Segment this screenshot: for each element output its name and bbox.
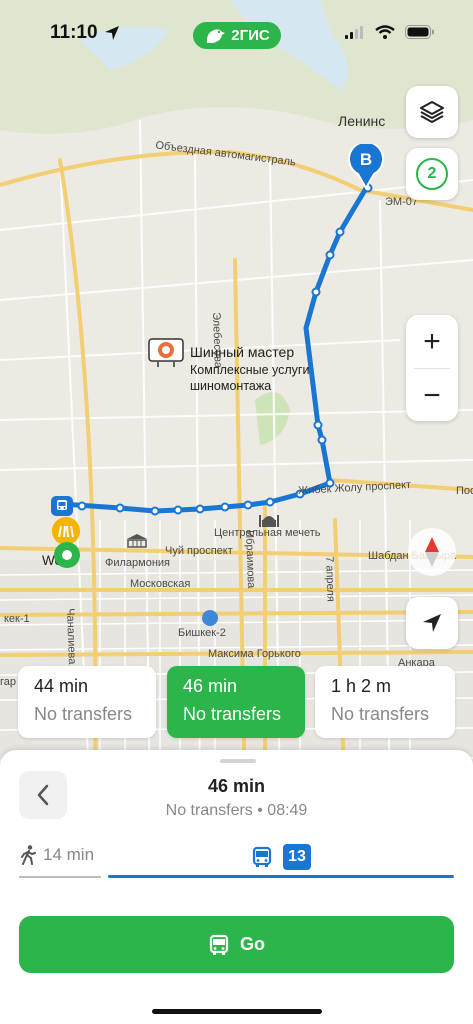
- route-summary-subtitle: No transfers • 08:49: [165, 802, 308, 819]
- route-count-badge: 2: [416, 158, 448, 190]
- route-option-duration: 1 h 2 m: [331, 676, 392, 696]
- poi-desc-line2: шиномонтажа: [190, 379, 272, 393]
- walk-segment-bar: [19, 876, 101, 878]
- route-count-button[interactable]: 2: [406, 148, 458, 200]
- bus-icon: [252, 846, 272, 867]
- zoom-out-button[interactable]: −: [406, 369, 458, 422]
- status-time: 11:10: [50, 22, 98, 43]
- plus-icon: +: [423, 324, 441, 358]
- walk-segment[interactable]: 14 min: [19, 845, 94, 865]
- map-label-pos: Пос: [456, 485, 473, 497]
- destination-b-label: B: [359, 150, 373, 169]
- status-bar: 11:10 2ГИС: [0, 0, 473, 64]
- map-label-gorkogo: Максима Горького: [208, 648, 301, 660]
- map-label-city: Ленинс: [338, 113, 386, 129]
- wifi-icon: [375, 25, 395, 44]
- map-label-moskovskaya: Московская: [130, 578, 191, 590]
- brand-name: 2ГИС: [231, 27, 270, 44]
- layers-icon: [420, 101, 444, 123]
- route-option-transfers: No transfers: [34, 704, 133, 724]
- map-label-chanalieva: Чаналиева: [64, 608, 78, 665]
- compass-icon: [425, 537, 439, 567]
- map-label-ibraimova: Ибраимова: [243, 530, 258, 589]
- destination-b-marker[interactable]: B: [348, 141, 384, 191]
- cellular-signal-icon: [345, 25, 365, 44]
- map-label-egar: гар: [0, 676, 17, 688]
- map-label-philharmonic: Филармония: [105, 557, 171, 569]
- bus-stop-icon[interactable]: [51, 496, 73, 516]
- poi-desc-line1: Комплексные услуги: [190, 363, 310, 377]
- brand-badge[interactable]: 2ГИС: [193, 22, 281, 49]
- minus-icon: −: [423, 378, 441, 412]
- layers-button[interactable]: [406, 86, 458, 138]
- zoom-controls: + −: [406, 315, 458, 421]
- brand-bird-icon: [207, 28, 226, 43]
- route-option-2[interactable]: 46 min No transfers: [167, 666, 305, 738]
- location-services-icon: [104, 25, 120, 46]
- route-option-transfers: No transfers: [183, 704, 282, 724]
- zoom-in-button[interactable]: +: [406, 315, 458, 368]
- home-indicator[interactable]: [152, 1009, 322, 1014]
- walk-time: 14 min: [43, 845, 95, 864]
- philharmonic-building-icon: [125, 533, 149, 549]
- map-label-bishkek2: Бишкек-2: [178, 627, 226, 639]
- route-details-sheet: 46 min No transfers • 08:49 14 min 13 Go: [0, 750, 473, 1024]
- route-option-transfers: No transfers: [331, 704, 430, 724]
- battery-icon: [405, 25, 435, 44]
- route-option-duration: 46 min: [183, 676, 238, 696]
- map-label-mosque: Центральная мечеть: [214, 527, 321, 539]
- go-label: Go: [240, 934, 265, 954]
- start-poi-icon: [52, 517, 80, 545]
- my-location-button[interactable]: [406, 597, 458, 649]
- route-duration-title: 46 min: [207, 776, 266, 796]
- location-arrow-icon: [423, 614, 441, 632]
- bus-route-number: 13: [283, 844, 311, 870]
- map-label-7april: 7 апреля: [323, 556, 337, 602]
- bus-segment-bar: [108, 875, 454, 878]
- walking-person-icon: [21, 845, 36, 865]
- train-station-icon: [202, 610, 218, 626]
- map-label-chuy: Чуй проспект: [165, 545, 233, 557]
- route-option-3[interactable]: 1 h 2 m No transfers: [315, 666, 455, 738]
- route-option-1[interactable]: 44 min No transfers: [18, 666, 156, 738]
- sheet-drag-handle[interactable]: [220, 759, 256, 763]
- bus-icon: [209, 934, 229, 955]
- start-point-marker[interactable]: [54, 542, 80, 568]
- poi-name[interactable]: Шинный мастер: [190, 344, 294, 360]
- bus-segment[interactable]: 13: [251, 844, 311, 870]
- route-option-duration: 44 min: [34, 676, 89, 696]
- mosque-icon: [258, 510, 280, 528]
- compass-button[interactable]: [408, 528, 456, 576]
- map-label-bishkek1: кек-1: [4, 613, 30, 625]
- tire-shop-poi-icon[interactable]: [148, 338, 184, 368]
- go-button[interactable]: Go: [19, 916, 454, 973]
